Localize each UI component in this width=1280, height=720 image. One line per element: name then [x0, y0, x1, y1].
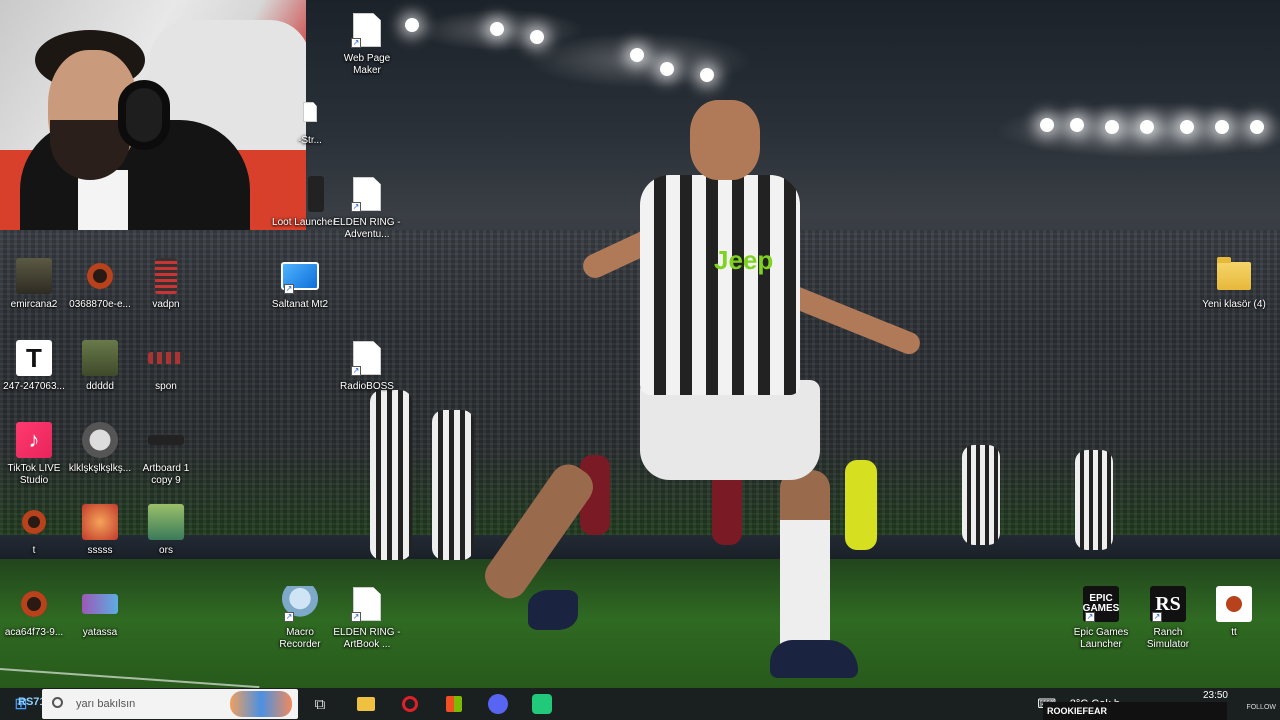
file-explorer-button[interactable]	[344, 688, 388, 720]
search-box[interactable]: yarı bakılsın	[42, 689, 298, 719]
desktop-icon-web-page-maker[interactable]: ↗ Web Page Maker	[333, 10, 401, 76]
stadium-light	[1040, 118, 1054, 132]
desktop-icon-vadpn[interactable]: vadpn	[132, 256, 200, 311]
follow-text: FOLLOW	[1246, 704, 1276, 711]
stadium-light	[1105, 120, 1119, 134]
stadium-light	[660, 62, 674, 76]
epic-games-icon: EPIC GAMES ↗	[1081, 584, 1121, 624]
desktop-icon-tt[interactable]: tt	[1200, 584, 1268, 639]
shield-icon	[14, 584, 54, 624]
task-view-icon: ⧉	[314, 695, 326, 713]
opera-button[interactable]	[388, 688, 432, 720]
jersey-sponsor-logo: Jeep	[714, 245, 774, 275]
document-icon	[290, 92, 330, 132]
stadium-light	[700, 68, 714, 82]
desktop-icon-aca64f73[interactable]: aca64f73-9...	[0, 584, 68, 639]
search-icon	[52, 697, 63, 708]
desktop-icon-emircana2[interactable]: emircana2	[0, 256, 68, 311]
search-highlight-image	[230, 691, 292, 717]
logo-icon: T	[14, 338, 54, 378]
background-player	[370, 390, 412, 560]
robot-icon: ↗	[280, 584, 320, 624]
desktop-icon-ranch-simulator[interactable]: RS ↗ Ranch Simulator	[1134, 584, 1202, 650]
document-icon: ↗	[347, 584, 387, 624]
stadium-light	[1180, 120, 1194, 134]
store-icon	[446, 696, 462, 712]
tiktok-icon: ♪	[14, 420, 54, 460]
desktop-icon-spon[interactable]: spon	[132, 338, 200, 393]
image-icon	[80, 584, 120, 624]
stadium-light	[1215, 120, 1229, 134]
desktop-icon-klklsk[interactable]: klklşkşlkşlkş...	[66, 420, 134, 475]
opera-icon	[402, 696, 418, 712]
desktop-icon-macro-recorder[interactable]: ↗ Macro Recorder	[266, 584, 334, 650]
desktop-icon-tiktok-live-studio[interactable]: ♪ TikTok LIVE Studio	[0, 420, 68, 486]
discord-icon	[488, 694, 508, 714]
desktop-icon-t[interactable]: t	[0, 502, 68, 557]
shield-icon	[1214, 584, 1254, 624]
pitch-line	[0, 668, 260, 689]
discord-button[interactable]	[476, 688, 520, 720]
clock-time[interactable]: 23:50	[1203, 690, 1228, 701]
headset-icon	[118, 80, 170, 150]
desktop-icon-elden-ring-artbook[interactable]: ↗ ELDEN RING - ArtBook ...	[333, 584, 401, 650]
stream-name-overlay: ROOKIEFEAR	[1043, 702, 1227, 720]
store-button[interactable]	[432, 688, 476, 720]
webcam-overlay	[0, 0, 306, 230]
app-icon	[532, 694, 552, 714]
folder-icon	[357, 697, 375, 711]
shield-icon	[80, 256, 120, 296]
window-icon: ↗	[280, 256, 320, 296]
stadium-light	[490, 22, 504, 36]
image-icon	[146, 256, 186, 296]
desktop-icon-str[interactable]: -Str...	[280, 92, 340, 147]
desktop-icon-247-247063[interactable]: T 247-247063...	[0, 338, 68, 393]
desktop-icon-elden-ring-adventure[interactable]: ↗ ELDEN RING - Adventu...	[333, 174, 401, 240]
desktop-icon-epic-games-launcher[interactable]: EPIC GAMES ↗ Epic Games Launcher	[1067, 584, 1135, 650]
background-player	[1075, 450, 1113, 550]
desktop-icon-yeni-klasor[interactable]: Yeni klasör (4)	[1200, 256, 1268, 311]
background-player	[962, 445, 1000, 545]
search-placeholder: yarı bakılsın	[76, 698, 136, 710]
image-icon	[80, 338, 120, 378]
desktop-icon-ors[interactable]: ors	[132, 502, 200, 557]
stadium-light	[405, 18, 419, 32]
shield-icon	[14, 502, 54, 542]
folder-icon	[1214, 256, 1254, 296]
desktop-icon-radioboss[interactable]: ↗ RadioBOSS	[333, 338, 401, 393]
referee	[845, 460, 877, 550]
desktop: Jeep ↗ Web Page Maker -Str... Loot Launc…	[0, 0, 1280, 720]
ranch-simulator-icon: RS ↗	[1148, 584, 1188, 624]
desktop-icon-loot-launcher[interactable]: Loot Launcher	[270, 174, 338, 229]
background-player	[432, 410, 474, 560]
image-icon	[14, 256, 54, 296]
image-icon	[146, 420, 186, 460]
stadium-light	[630, 48, 644, 62]
avatar-icon	[80, 420, 120, 460]
desktop-icon-saltanat-mt2[interactable]: ↗ Saltanat Mt2	[266, 256, 334, 311]
desktop-icon-0368870e[interactable]: 0368870e-e...	[66, 256, 134, 311]
document-icon: ↗	[347, 10, 387, 50]
document-icon: ↗	[347, 338, 387, 378]
stadium-light	[1250, 120, 1264, 134]
desktop-icon-yatassa[interactable]: yatassa	[66, 584, 134, 639]
app-button[interactable]	[520, 688, 564, 720]
task-view-button[interactable]: ⧉	[298, 688, 342, 720]
stadium-light	[1140, 120, 1154, 134]
desktop-icon-artboard[interactable]: Artboard 1 copy 9	[132, 420, 200, 486]
document-icon: ↗	[347, 174, 387, 214]
desktop-icon-sssss[interactable]: sssss	[66, 502, 134, 557]
stadium-light	[530, 30, 544, 44]
launcher-icon	[284, 174, 324, 214]
image-icon	[146, 338, 186, 378]
desktop-icon-ddddd[interactable]: ddddd	[66, 338, 134, 393]
image-icon	[146, 502, 186, 542]
image-icon	[80, 502, 120, 542]
stadium-light	[1070, 118, 1084, 132]
